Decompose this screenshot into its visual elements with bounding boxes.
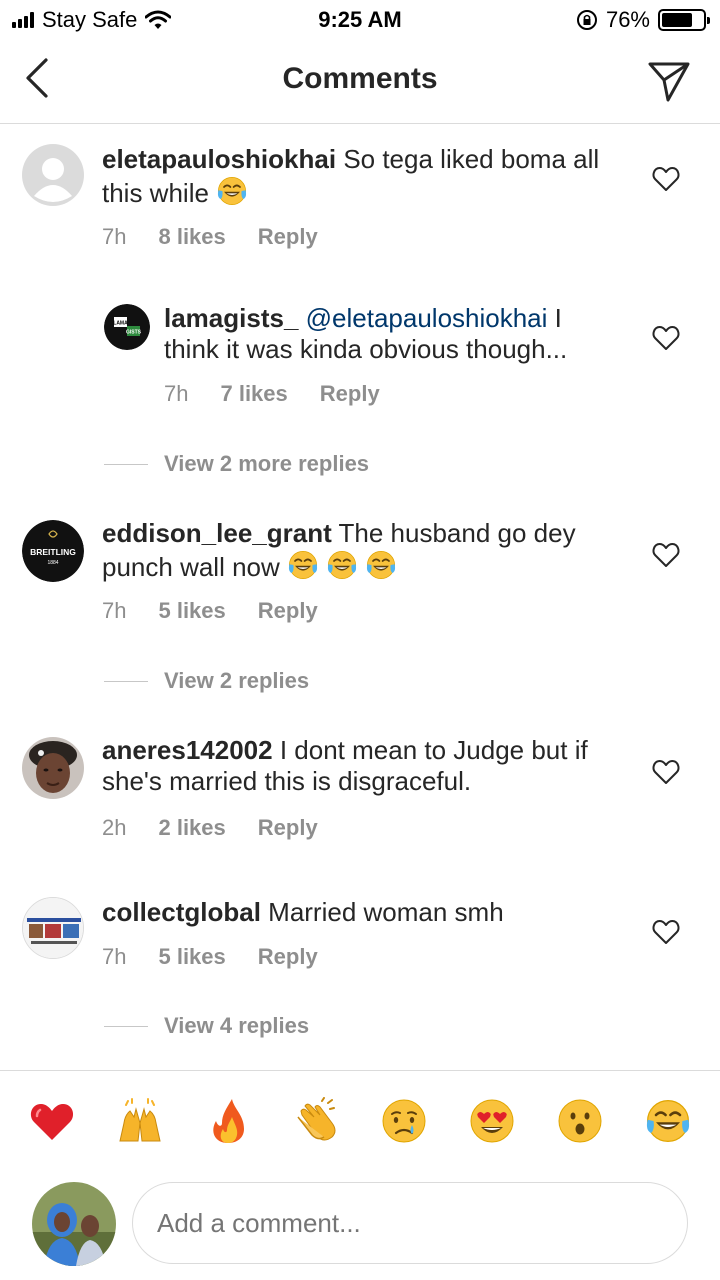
like-heart-icon[interactable] [652,325,680,351]
view-replies-link[interactable]: View 2 replies [104,668,309,694]
username[interactable]: lamagists_ [164,303,298,333]
comment-meta: 7h 8 likes Reply [102,224,350,250]
comment-meta: 7h 5 likes Reply [102,598,350,624]
like-count[interactable]: 8 likes [158,224,225,250]
status-bar: Stay Safe 9:25 AM 76% [0,0,720,40]
aneres-avatar-photo [22,737,84,799]
tears-of-joy-emoji-icon [287,549,319,581]
raising-hands-emoji-icon[interactable] [116,1097,164,1145]
like-count[interactable]: 5 likes [158,598,225,624]
tears-of-joy-emoji-icon [216,175,248,207]
divider-line [104,463,148,465]
default-avatar-icon [23,145,83,205]
comment: BREITLING 1884 eddison_lee_grant The hus… [0,518,720,638]
like-heart-icon[interactable] [652,919,680,945]
avatar-year: 1884 [47,560,58,566]
header: Comments [0,40,720,124]
like-count[interactable]: 7 likes [220,381,287,407]
divider-line [104,1025,148,1027]
like-heart-icon[interactable] [652,542,680,568]
add-comment-input[interactable] [132,1182,688,1264]
comment-text: lamagists_ @eletapauloshiokhai I think i… [164,303,624,365]
breitling-avatar: BREITLING 1884 [22,520,84,582]
comment-text: aneres142002 I dont mean to Judge but if… [102,735,622,797]
username[interactable]: eddison_lee_grant [102,518,332,548]
avatar[interactable] [22,737,84,799]
mention-link[interactable]: @eletapauloshiokhai [306,303,548,333]
page-title: Comments [282,62,438,95]
comment: eletapauloshiokhai So tega liked boma al… [0,140,720,260]
like-count[interactable]: 2 likes [158,815,225,841]
reply-comment: LAMA GISTS lamagists_ @eletapauloshiokha… [0,300,720,420]
avatar[interactable] [22,144,84,206]
avatar-text-top: LAMA [113,321,128,327]
like-count[interactable]: 5 likes [158,944,225,970]
divider-line [104,680,148,682]
tears-of-joy-emoji-icon [326,549,358,581]
fire-emoji-icon[interactable] [204,1097,252,1145]
current-user-avatar-photo [32,1182,116,1266]
reply-button[interactable]: Reply [258,944,318,970]
comment-meta: 7h 5 likes Reply [102,944,350,970]
comment-meta: 7h 7 likes Reply [164,381,412,407]
battery-percent: 76% [605,7,650,32]
comment: collectglobal Married woman smh 7h 5 lik… [0,895,720,995]
view-replies-label: View 4 replies [164,1013,310,1038]
quick-reaction-bar [0,1070,720,1170]
comment-time: 7h [102,598,127,623]
username[interactable]: eletapauloshiokhai [102,144,336,174]
avatar[interactable]: BREITLING 1884 [22,520,84,582]
status-right: 76% [576,7,710,33]
red-heart-emoji-icon[interactable] [28,1097,76,1145]
view-replies-link[interactable]: View 4 replies [104,1013,309,1039]
astonished-face-emoji-icon[interactable] [556,1097,604,1145]
tears-of-joy-emoji-icon [365,549,397,581]
reply-button[interactable]: Reply [258,224,318,250]
battery-icon [658,9,710,31]
username[interactable]: collectglobal [102,897,261,927]
reply-button[interactable]: Reply [320,381,380,407]
avatar[interactable] [22,897,84,959]
reply-button[interactable]: Reply [258,598,318,624]
avatar-brand: BREITLING [30,547,76,557]
heart-eyes-face-emoji-icon[interactable] [468,1097,516,1145]
battery-fill [662,13,693,27]
comment-time: 2h [102,815,127,840]
comment-body: Married woman smh [268,897,504,927]
like-heart-icon[interactable] [652,166,680,192]
comment-time: 7h [102,944,127,969]
avatar-text-bottom: GISTS [126,330,142,336]
like-heart-icon[interactable] [652,759,680,785]
comment-text: eddison_lee_grant The husband go dey pun… [102,518,622,583]
current-user-avatar[interactable] [32,1182,116,1266]
comment-meta: 2h 2 likes Reply [102,815,350,841]
comment-text: eletapauloshiokhai So tega liked boma al… [102,144,622,209]
tears-of-joy-face-emoji-icon[interactable] [644,1097,692,1145]
view-replies-link[interactable]: View 2 more replies [104,451,369,477]
crying-face-emoji-icon[interactable] [380,1097,428,1145]
comment: aneres142002 I dont mean to Judge but if… [0,735,720,855]
reply-button[interactable]: Reply [258,815,318,841]
comment-time: 7h [102,224,127,249]
comment-time: 7h [164,381,189,406]
lamagists-avatar: LAMA GISTS [104,304,150,350]
collectglobal-avatar [23,898,83,958]
view-replies-label: View 2 more replies [164,451,370,476]
orientation-lock-icon [576,10,597,30]
avatar[interactable]: LAMA GISTS [104,304,150,350]
comment-text: collectglobal Married woman smh [102,897,622,928]
send-icon[interactable] [646,58,692,104]
username[interactable]: aneres142002 [102,735,273,765]
view-replies-label: View 2 replies [164,668,310,693]
clapping-hands-emoji-icon[interactable] [292,1097,340,1145]
